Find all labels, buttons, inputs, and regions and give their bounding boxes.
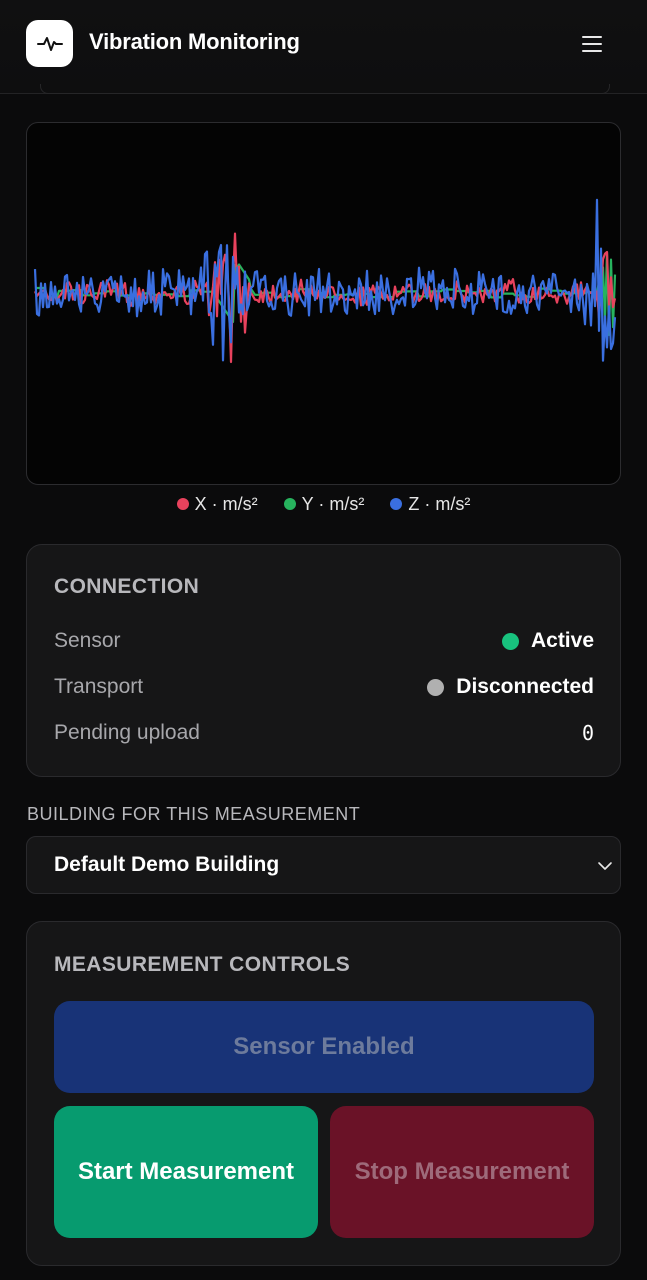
transport-label: Transport [54,675,144,698]
measurement-controls-heading: MEASUREMENT CONTROLS [54,953,351,976]
pending-upload-label: Pending upload [54,721,200,744]
stop-measurement-button[interactable]: Stop Measurement [330,1106,594,1238]
legend-item-z: Z · m/s² [390,494,470,515]
hamburger-menu-icon [582,36,602,52]
measurement-controls-card: MEASUREMENT CONTROLS Sensor Enabled Star… [26,921,621,1266]
sensor-status-dot [501,632,519,650]
chevron-down-icon [598,862,612,870]
transport-status-dot [427,678,445,696]
app-title: Vibration Monitoring [89,29,300,54]
legend-swatch-y [283,498,296,510]
app-header: Vibration Monitoring [0,0,647,94]
legend-label-y: Y · m/s² [301,493,365,514]
waveform-trace-z [33,198,617,362]
transport-row: Transport Disconnected [54,672,594,702]
building-select[interactable]: Default Demo Building [26,836,621,894]
app-logo [26,20,73,67]
legend-swatch-x [176,498,189,510]
transport-status: Disconnected [427,675,594,699]
building-selected-value: Default Demo Building [54,853,280,876]
pulse-icon [36,36,63,51]
sensor-row: Sensor Active [54,626,594,656]
connection-card: CONNECTION Sensor Active Transport Disco… [26,544,621,777]
sensor-enabled-button[interactable]: Sensor Enabled [54,1001,594,1093]
vibration-chart [26,122,621,485]
legend-item-y: Y · m/s² [283,493,365,515]
pending-upload-row: Pending upload 0 [54,718,594,748]
sensor-label: Sensor [54,629,121,652]
menu-button[interactable] [574,28,610,60]
scrolled-card-edge [40,84,610,94]
chart-legend: X · m/s² Y · m/s² Z · m/s² [0,491,647,517]
building-label: BUILDING FOR THIS MEASUREMENT [27,804,361,824]
legend-label-x: X · m/s² [194,493,258,514]
legend-item-x: X · m/s² [176,493,258,515]
vibration-waveform [33,198,617,364]
sensor-status: Active [501,629,594,653]
legend-label-z: Z · m/s² [408,493,471,514]
sensor-status-text: Active [530,629,594,652]
transport-status-text: Disconnected [456,675,594,698]
connection-heading: CONNECTION [54,575,200,598]
legend-swatch-z [390,498,403,510]
pending-upload-count: 0 [581,721,594,745]
start-measurement-button[interactable]: Start Measurement [54,1106,318,1238]
